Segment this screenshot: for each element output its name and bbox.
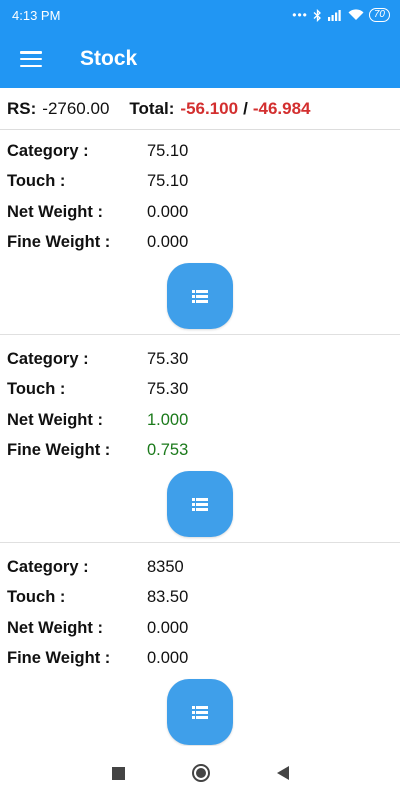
wifi-icon [348, 9, 364, 20]
category-row: Category : 75.10 [0, 136, 400, 167]
total-separator: / [243, 98, 248, 118]
rs-value: -2760.00 [42, 98, 110, 118]
fine-weight-row: Fine Weight : 0.000 [0, 644, 400, 675]
fine-weight-label: Fine Weight : [7, 649, 111, 668]
category-value: 75.10 [147, 141, 189, 160]
fine-weight-value: 0.753 [147, 441, 189, 460]
touch-row: Touch : 75.30 [0, 375, 400, 406]
touch-value: 75.10 [147, 172, 189, 191]
touch-row: Touch : 75.10 [0, 167, 400, 198]
category-label: Category : [7, 141, 89, 160]
category-value: 75.30 [147, 349, 189, 368]
net-weight-value: 0.000 [147, 618, 189, 637]
category-value: 8350 [147, 557, 184, 576]
details-button[interactable] [167, 263, 233, 329]
total-value-1: -56.100 [180, 98, 239, 118]
fine-weight-value: 0.000 [147, 233, 189, 252]
touch-label: Touch : [7, 172, 66, 191]
net-weight-label: Net Weight : [7, 202, 103, 221]
net-weight-label: Net Weight : [7, 618, 103, 637]
back-icon[interactable] [276, 766, 289, 780]
status-time: 4:13 PM [12, 7, 61, 23]
net-weight-value: 0.000 [147, 202, 189, 221]
bluetooth-icon [313, 8, 321, 22]
touch-row: Touch : 83.50 [0, 583, 400, 614]
category-row: Category : 75.30 [0, 344, 400, 375]
button-wrap [0, 674, 400, 745]
net-weight-value: 1.000 [147, 410, 189, 429]
hamburger-icon[interactable] [20, 51, 42, 67]
status-bar: 4:13 PM ••• 70 [0, 0, 400, 30]
totals-bar: RS: -2760.00 Total: -56.100 / -46.984 [0, 88, 400, 130]
list-icon [192, 289, 208, 303]
touch-value: 83.50 [147, 588, 189, 607]
page-title: Stock [80, 47, 138, 70]
fine-weight-label: Fine Weight : [7, 233, 111, 252]
details-button[interactable] [167, 679, 233, 745]
details-button[interactable] [167, 471, 233, 537]
status-icons: ••• 70 [292, 8, 390, 22]
category-label: Category : [7, 557, 89, 576]
touch-value: 75.30 [147, 380, 189, 399]
stock-card: Category : 75.10 Touch : 75.10 Net Weigh… [0, 136, 400, 335]
category-label: Category : [7, 349, 89, 368]
total-value-2: -46.984 [252, 98, 311, 118]
touch-label: Touch : [7, 588, 66, 607]
net-weight-row: Net Weight : 0.000 [0, 613, 400, 644]
fine-weight-value: 0.000 [147, 649, 189, 668]
stock-card: Category : 75.30 Touch : 75.30 Net Weigh… [0, 344, 400, 543]
stock-card: Category : 8350 Touch : 83.50 Net Weight… [0, 552, 400, 745]
battery-indicator: 70 [368, 8, 390, 22]
signal-icon [327, 10, 341, 21]
button-wrap [0, 258, 400, 334]
net-weight-label: Net Weight : [7, 410, 103, 429]
fine-weight-label: Fine Weight : [7, 441, 111, 460]
total-label: Total: [129, 98, 175, 118]
rs-label: RS: [7, 98, 37, 118]
net-weight-row: Net Weight : 0.000 [0, 197, 400, 228]
touch-label: Touch : [7, 380, 66, 399]
list-icon [192, 705, 208, 719]
fine-weight-row: Fine Weight : 0.000 [0, 228, 400, 259]
net-weight-row: Net Weight : 1.000 [0, 405, 400, 436]
system-nav-bar [0, 746, 400, 800]
fine-weight-row: Fine Weight : 0.753 [0, 436, 400, 467]
list-icon [192, 497, 208, 511]
recents-icon[interactable] [111, 766, 125, 780]
home-icon[interactable] [191, 764, 210, 782]
top-bar: 4:13 PM ••• 70 Stock [0, 0, 400, 88]
category-row: Category : 8350 [0, 552, 400, 583]
app-bar: Stock [0, 30, 400, 88]
button-wrap [0, 466, 400, 542]
app-screen: 4:13 PM ••• 70 Stock RS: -2760.00 Total:… [0, 0, 400, 800]
notification-dots: ••• [292, 8, 308, 22]
